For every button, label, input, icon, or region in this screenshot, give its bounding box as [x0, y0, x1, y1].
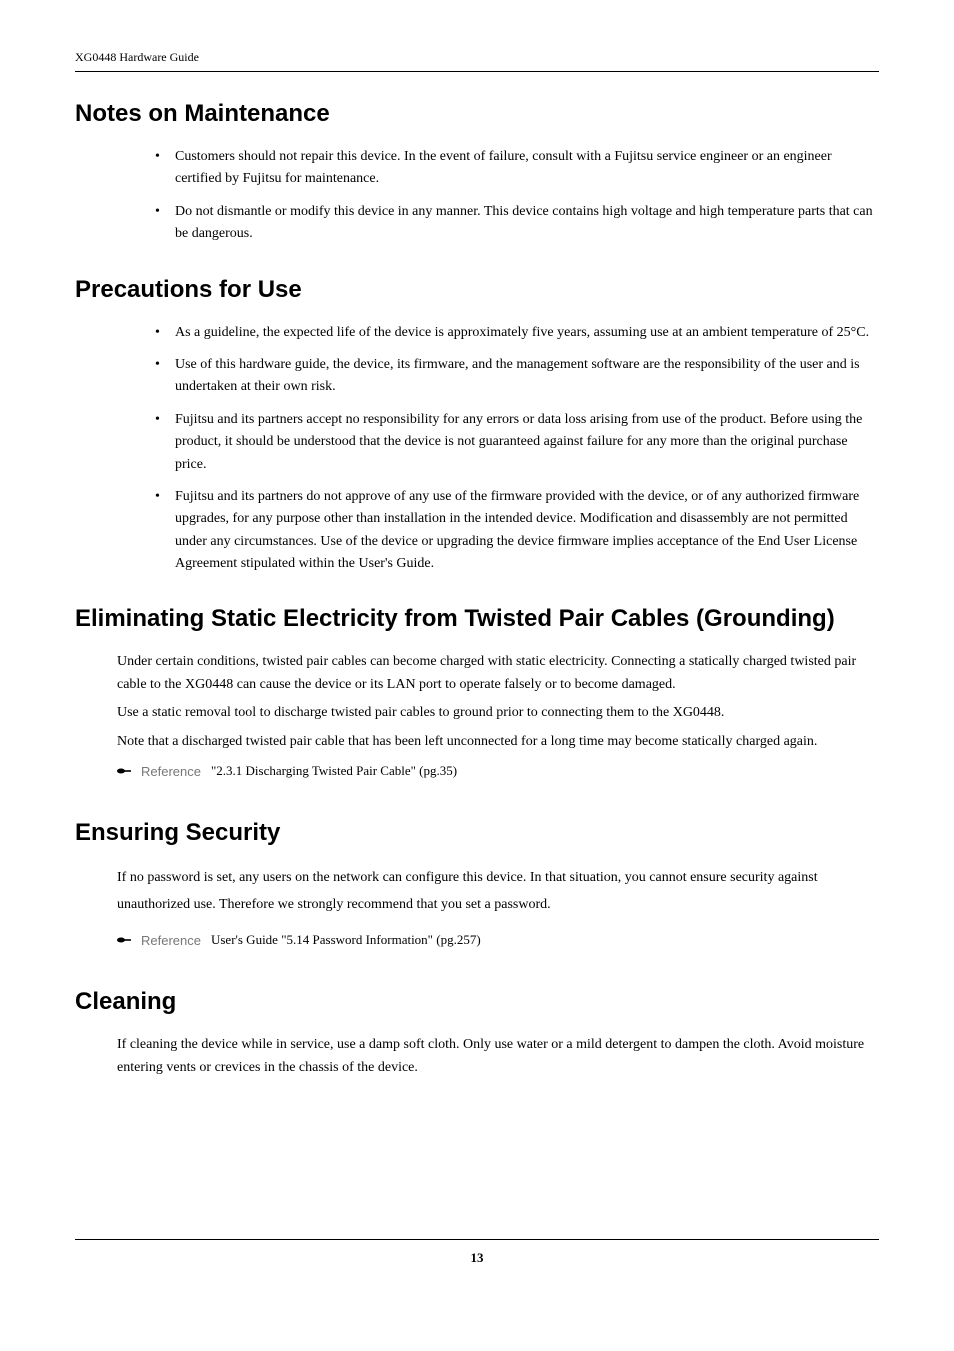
paragraph: If cleaning the device while in service,… — [117, 1034, 879, 1079]
heading-precautions-for-use: Precautions for Use — [75, 276, 879, 304]
reference-text: "2.3.1 Discharging Twisted Pair Cable" (… — [211, 763, 457, 779]
list-item: Fujitsu and its partners accept no respo… — [145, 409, 879, 476]
paragraph: Use a static removal tool to discharge t… — [117, 702, 879, 724]
body-eliminating-static: Under certain conditions, twisted pair c… — [75, 651, 879, 753]
paragraph: Note that a discharged twisted pair cabl… — [117, 731, 879, 753]
reference-bullet-icon — [117, 766, 131, 776]
section-precautions-for-use: Precautions for Use As a guideline, the … — [75, 276, 879, 576]
heading-cleaning: Cleaning — [75, 988, 879, 1016]
reference-label: Reference — [141, 933, 201, 948]
paragraph: Under certain conditions, twisted pair c… — [117, 651, 879, 696]
header-bar: XG0448 Hardware Guide — [75, 50, 879, 72]
reference-label: Reference — [141, 764, 201, 779]
doc-title: XG0448 Hardware Guide — [75, 50, 199, 64]
heading-notes-on-maintenance: Notes on Maintenance — [75, 100, 879, 128]
reference-row: Reference "2.3.1 Discharging Twisted Pai… — [75, 763, 879, 779]
reference-row: Reference User's Guide "5.14 Password In… — [75, 932, 879, 948]
heading-ensuring-security: Ensuring Security — [75, 819, 879, 847]
page-footer: 13 — [75, 1239, 879, 1266]
section-eliminating-static: Eliminating Static Electricity from Twis… — [75, 605, 879, 779]
body-ensuring-security: If no password is set, any users on the … — [75, 865, 879, 918]
section-ensuring-security: Ensuring Security If no password is set,… — [75, 819, 879, 948]
body-cleaning: If cleaning the device while in service,… — [75, 1034, 879, 1079]
heading-eliminating-static: Eliminating Static Electricity from Twis… — [75, 605, 879, 633]
bullets-notes-on-maintenance: Customers should not repair this device.… — [75, 146, 879, 246]
section-notes-on-maintenance: Notes on Maintenance Customers should no… — [75, 100, 879, 246]
list-item: Do not dismantle or modify this device i… — [145, 201, 879, 246]
reference-text: User's Guide "5.14 Password Information"… — [211, 932, 481, 948]
reference-bullet-icon — [117, 935, 131, 945]
section-cleaning: Cleaning If cleaning the device while in… — [75, 988, 879, 1079]
list-item: Fujitsu and its partners do not approve … — [145, 486, 879, 576]
bullets-precautions-for-use: As a guideline, the expected life of the… — [75, 322, 879, 576]
page-number: 13 — [471, 1250, 484, 1265]
list-item: As a guideline, the expected life of the… — [145, 322, 879, 344]
list-item: Use of this hardware guide, the device, … — [145, 354, 879, 399]
list-item: Customers should not repair this device.… — [145, 146, 879, 191]
paragraph: If no password is set, any users on the … — [117, 865, 879, 918]
